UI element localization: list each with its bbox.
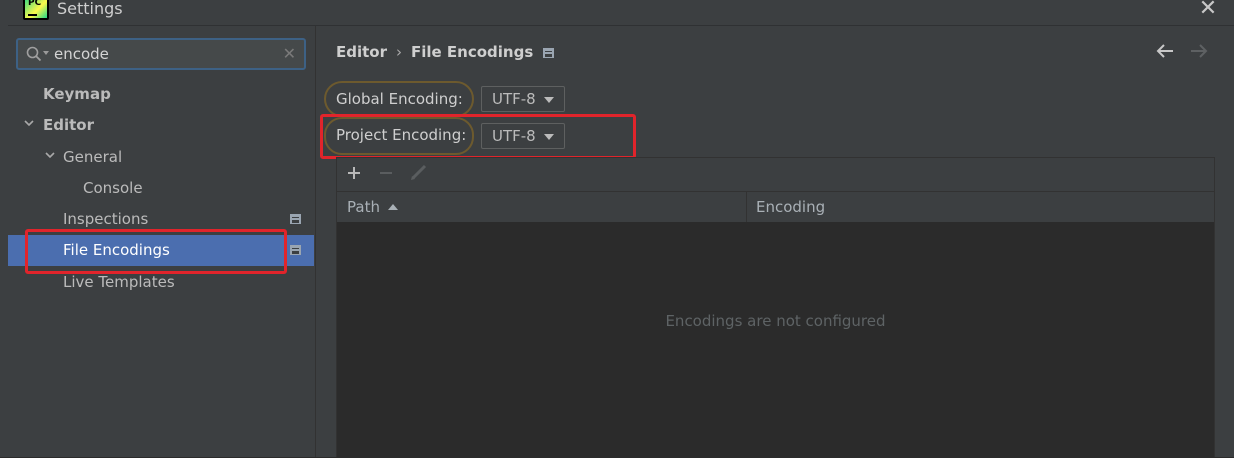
global-encoding-label: Global Encoding: [336,90,463,108]
back-arrow-icon[interactable] [1156,42,1174,63]
breadcrumb-separator: › [396,43,402,61]
clear-search-icon[interactable]: ✕ [283,44,296,63]
column-header-path[interactable]: Path [337,192,747,222]
settings-search-box[interactable]: ✕ [16,38,306,70]
search-history-dropdown-icon[interactable] [43,51,49,55]
settings-sidebar: ✕ Keymap Editor General Console Inspecti… [8,26,316,457]
table-body[interactable]: Encodings are not configured [337,222,1214,458]
sidebar-item-keymap[interactable]: Keymap [8,79,314,110]
sidebar-item-editor[interactable]: Editor [8,110,314,141]
sidebar-item-general[interactable]: General [8,142,314,173]
breadcrumb-parent[interactable]: Editor [336,43,387,61]
table-toolbar [337,158,1214,190]
breadcrumb: Editor › File Encodings [336,43,555,61]
table-header: Path Encoding [337,191,1214,223]
project-encoding-label: Project Encoding: [336,126,467,144]
window-title: Settings [57,0,123,18]
dropdown-arrow-icon [544,134,554,140]
project-scope-icon [290,245,301,255]
settings-content-panel: Editor › File Encodings Global Encoding: U… [316,26,1234,458]
dropdown-arrow-icon [544,97,554,103]
remove-icon[interactable] [378,162,394,186]
pycharm-logo-icon: PC [23,0,49,20]
forward-arrow-icon[interactable] [1190,42,1208,63]
path-encoding-table: Path Encoding Encodings are not configur… [336,157,1215,458]
project-scope-icon [543,48,555,58]
project-encoding-select[interactable]: UTF-8 [481,123,565,149]
global-encoding-select[interactable]: UTF-8 [481,86,565,112]
title-bar: PC Settings ✕ [8,0,1234,26]
edit-pencil-icon[interactable] [410,162,428,186]
project-scope-icon [290,214,301,224]
sidebar-item-console[interactable]: Console [8,173,314,204]
search-input[interactable] [54,43,264,65]
empty-table-message: Encodings are not configured [665,312,886,330]
chevron-down-icon[interactable] [23,110,35,141]
close-icon[interactable]: ✕ [1196,0,1220,22]
breadcrumb-current: File Encodings [411,43,534,61]
chevron-down-icon[interactable] [44,142,56,173]
sort-ascending-icon [387,204,398,210]
add-icon[interactable] [346,162,362,186]
annotation-highlight-file-encodings [25,229,287,274]
search-icon [26,46,42,66]
column-header-encoding[interactable]: Encoding [747,192,1215,222]
